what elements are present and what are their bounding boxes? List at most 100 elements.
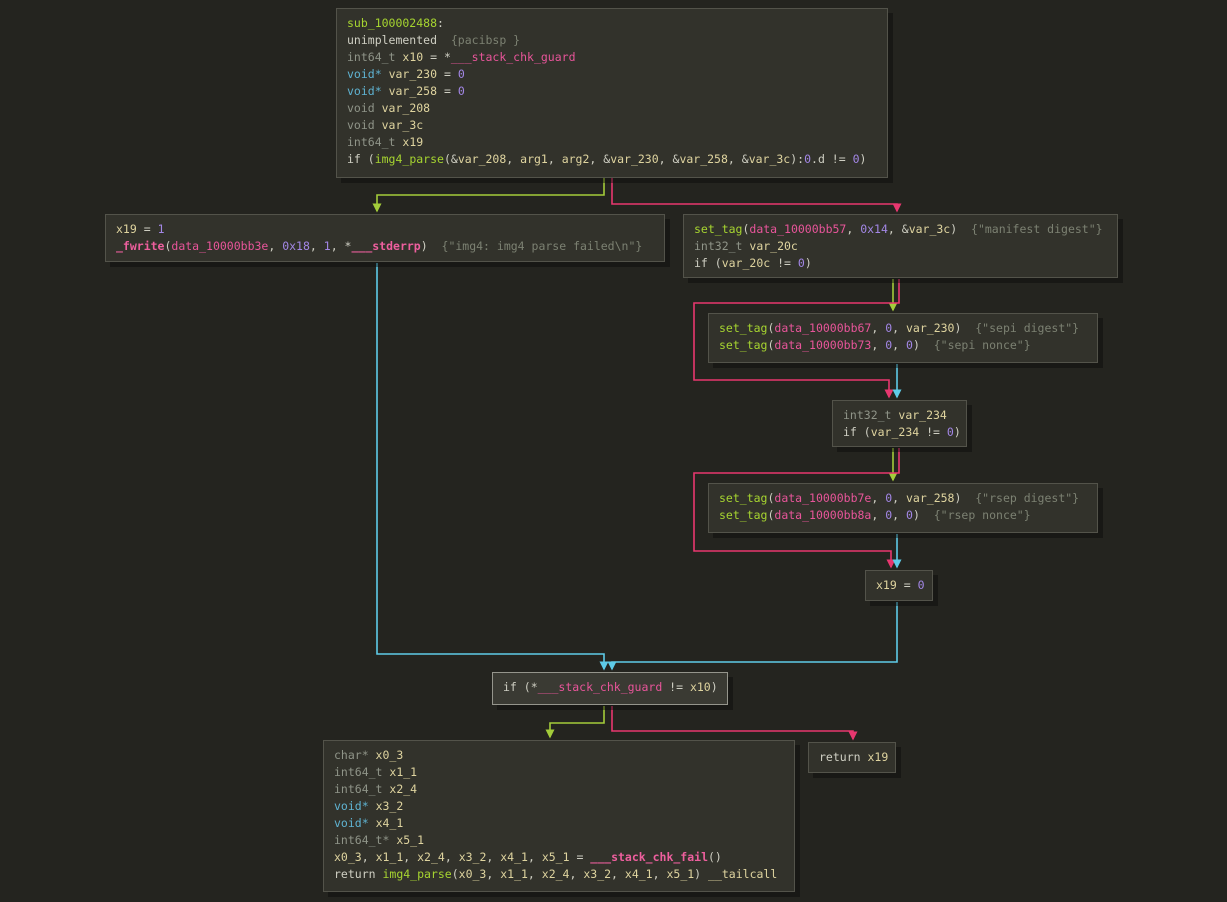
token-pl: , [310, 239, 324, 253]
code-line[interactable]: void var_3c [347, 117, 877, 134]
token-cm: {"img4: img4 parse failed\n"} [442, 239, 643, 253]
token-var: x1_1 [389, 765, 417, 779]
token-pl: return [334, 867, 382, 881]
token-var: x3_2 [376, 799, 404, 813]
edge-x19zero-to-guard-check [612, 602, 897, 669]
token-pl: , [486, 867, 500, 881]
token-sym: data_10000bb3e [171, 239, 268, 253]
token-var: x2_4 [542, 867, 570, 881]
token-num: 0 [906, 508, 913, 522]
code-line[interactable]: int32_t var_20c [694, 238, 1107, 255]
code-line[interactable]: int32_t var_234 [843, 407, 956, 424]
token-var: x19 [402, 135, 423, 149]
code-line[interactable]: sub_100002488: [347, 15, 877, 32]
token-fn: set_tag [719, 321, 767, 335]
basic-block-sepi-tags[interactable]: set_tag(data_10000bb67, 0, var_230) {"se… [708, 313, 1098, 363]
token-pl: , * [331, 239, 352, 253]
basic-block-parse-failed[interactable]: x19 = 1_fwrite(data_10000bb3e, 0x18, 1, … [105, 214, 665, 262]
code-line[interactable]: if (var_20c != 0) [694, 255, 1107, 272]
code-line[interactable]: int64_t x2_4 [334, 781, 784, 798]
token-var: var_258 [906, 491, 954, 505]
token-cm: {"rsep nonce"} [934, 508, 1031, 522]
basic-block-return-x19[interactable]: return x19 [808, 742, 896, 773]
token-var: var_3c [382, 118, 424, 132]
token-var: x1_1 [500, 867, 528, 881]
token-pl: , [403, 850, 417, 864]
code-line[interactable]: int64_t x19 [347, 134, 877, 151]
token-fn: set_tag [719, 338, 767, 352]
token-var: var_20c [749, 239, 797, 253]
token-pl [437, 33, 451, 47]
code-line[interactable]: if (*___stack_chk_guard != x10) [503, 679, 717, 696]
token-var: x1_1 [376, 850, 404, 864]
token-imp: ___stderrp [351, 239, 420, 253]
token-sym: data_10000bb73 [774, 338, 871, 352]
code-line[interactable]: x0_3, x1_1, x2_4, x3_2, x4_1, x5_1 = ___… [334, 849, 784, 866]
code-line[interactable]: int64_t* x5_1 [334, 832, 784, 849]
token-ty: int64_t* [334, 833, 396, 847]
edge-guard-false-to-return [612, 706, 853, 739]
code-line[interactable]: void* x3_2 [334, 798, 784, 815]
code-line[interactable]: set_tag(data_10000bb67, 0, var_230) {"se… [719, 320, 1087, 337]
token-var: var_234 [898, 408, 946, 422]
code-line[interactable]: set_tag(data_10000bb8a, 0, 0) {"rsep non… [719, 507, 1087, 524]
code-line[interactable]: set_tag(data_10000bb7e, 0, var_258) {"rs… [719, 490, 1087, 507]
token-pl: , [892, 491, 906, 505]
token-var: var_230 [610, 152, 658, 166]
basic-block-stack-fail[interactable]: char* x0_3int64_t x1_1int64_t x2_4void* … [323, 740, 795, 892]
token-pl: = [897, 578, 918, 592]
basic-block-var234-check[interactable]: int32_t var_234if (var_234 != 0) [832, 400, 967, 447]
edge-guard-true-to-stack-fail [550, 706, 604, 737]
token-vp: void* [347, 84, 382, 98]
code-line[interactable]: char* x0_3 [334, 747, 784, 764]
code-line[interactable]: return img4_parse(x0_3, x1_1, x2_4, x3_2… [334, 866, 784, 883]
token-pl: , [871, 508, 885, 522]
token-pl: , [506, 152, 520, 166]
code-line[interactable]: return x19 [819, 749, 885, 766]
basic-block-x19-zero[interactable]: x19 = 0 [865, 570, 933, 601]
token-cm: {"rsep digest"} [975, 491, 1079, 505]
basic-block-stack-guard-check[interactable]: if (*___stack_chk_guard != x10) [492, 672, 728, 705]
code-line[interactable]: x19 = 1 [116, 221, 654, 238]
token-ty: void [347, 118, 382, 132]
token-pl: () [708, 850, 722, 864]
code-line[interactable]: if (var_234 != 0) [843, 424, 956, 441]
token-pl: .d != [811, 152, 853, 166]
basic-block-rsep-tags[interactable]: set_tag(data_10000bb7e, 0, var_258) {"rs… [708, 483, 1098, 533]
code-line[interactable]: unimplemented {pacibsp } [347, 32, 877, 49]
token-pl: ) [950, 222, 971, 236]
token-ty: int32_t [694, 239, 749, 253]
code-line[interactable]: set_tag(data_10000bb57, 0x14, &var_3c) {… [694, 221, 1107, 238]
token-num: 0 [458, 67, 465, 81]
token-var: x3_2 [583, 867, 611, 881]
code-line[interactable]: void* var_230 = 0 [347, 66, 877, 83]
code-line[interactable]: void* var_258 = 0 [347, 83, 877, 100]
token-pl: = [137, 222, 158, 236]
graph-view[interactable]: sub_100002488:unimplemented {pacibsp }in… [0, 0, 1227, 902]
token-var: x19 [116, 222, 137, 236]
token-num: 0 [918, 578, 925, 592]
code-line[interactable]: void* x4_1 [334, 815, 784, 832]
token-pl: , [653, 867, 667, 881]
token-num: 0 [906, 338, 913, 352]
basic-block-manifest-digest[interactable]: set_tag(data_10000bb57, 0x14, &var_3c) {… [683, 214, 1118, 278]
code-line[interactable]: set_tag(data_10000bb73, 0, 0) {"sepi non… [719, 337, 1087, 354]
token-ty: int64_t [334, 782, 389, 796]
code-line[interactable]: x19 = 0 [876, 577, 922, 594]
token-fn: img4_parse [375, 152, 444, 166]
basic-block-entry[interactable]: sub_100002488:unimplemented {pacibsp }in… [336, 8, 888, 178]
token-pl: ) [913, 508, 934, 522]
code-line[interactable]: int64_t x10 = *___stack_chk_guard [347, 49, 877, 66]
token-ty: void [347, 101, 382, 115]
code-line[interactable]: int64_t x1_1 [334, 764, 784, 781]
token-num: 0 [804, 152, 811, 166]
token-num: 0 [798, 256, 805, 270]
token-cm: {"sepi digest"} [975, 321, 1079, 335]
token-pl: unimplemented [347, 33, 437, 47]
code-line[interactable]: _fwrite(data_10000bb3e, 0x18, 1, *___std… [116, 238, 654, 255]
code-line[interactable]: if (img4_parse(&var_208, arg1, arg2, &va… [347, 151, 877, 168]
token-var: x4_1 [376, 816, 404, 830]
token-var: x3_2 [459, 850, 487, 864]
token-var: x19 [867, 750, 888, 764]
code-line[interactable]: void var_208 [347, 100, 877, 117]
